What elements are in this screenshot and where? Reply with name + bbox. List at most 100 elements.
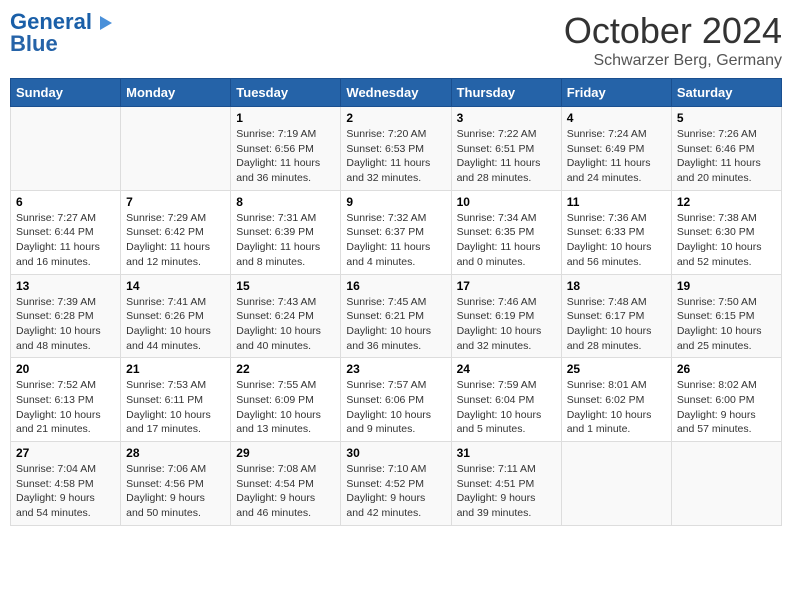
day-number: 11 bbox=[567, 195, 666, 209]
day-info: Sunrise: 7:41 AM Sunset: 6:26 PM Dayligh… bbox=[126, 295, 225, 354]
day-info: Sunrise: 7:20 AM Sunset: 6:53 PM Dayligh… bbox=[346, 127, 445, 186]
weekday-header-sunday: Sunday bbox=[11, 79, 121, 107]
day-info: Sunrise: 7:26 AM Sunset: 6:46 PM Dayligh… bbox=[677, 127, 776, 186]
day-number: 6 bbox=[16, 195, 115, 209]
calendar-cell: 31 Sunrise: 7:11 AM Sunset: 4:51 PM Dayli… bbox=[451, 442, 561, 526]
calendar-cell: 19 Sunrise: 7:50 AM Sunset: 6:15 PM Dayli… bbox=[671, 274, 781, 358]
calendar-cell: 9 Sunrise: 7:32 AM Sunset: 6:37 PM Daylig… bbox=[341, 190, 451, 274]
calendar-cell: 16 Sunrise: 7:45 AM Sunset: 6:21 PM Dayli… bbox=[341, 274, 451, 358]
calendar-cell: 27Sunrise: 7:04 AM Sunset: 4:58 PM Dayli… bbox=[11, 442, 121, 526]
day-number: 19 bbox=[677, 279, 776, 293]
calendar-cell: 14 Sunrise: 7:41 AM Sunset: 6:26 PM Dayli… bbox=[121, 274, 231, 358]
calendar-cell: 26Sunrise: 8:02 AM Sunset: 6:00 PM Dayli… bbox=[671, 358, 781, 442]
day-info: Sunrise: 7:11 AM Sunset: 4:51 PM Dayligh… bbox=[457, 462, 556, 521]
calendar-cell: 15Sunrise: 7:43 AM Sunset: 6:24 PM Dayli… bbox=[231, 274, 341, 358]
day-number: 12 bbox=[677, 195, 776, 209]
calendar-table: SundayMondayTuesdayWednesdayThursdayFrid… bbox=[10, 78, 782, 526]
day-number: 10 bbox=[457, 195, 556, 209]
day-number: 30 bbox=[346, 446, 445, 460]
day-number: 4 bbox=[567, 111, 666, 125]
calendar-cell bbox=[671, 442, 781, 526]
weekday-header-row: SundayMondayTuesdayWednesdayThursdayFrid… bbox=[11, 79, 782, 107]
calendar-cell: 24Sunrise: 7:59 AM Sunset: 6:04 PM Dayli… bbox=[451, 358, 561, 442]
calendar-cell: 4 Sunrise: 7:24 AM Sunset: 6:49 PM Daylig… bbox=[561, 107, 671, 191]
calendar-week-5: 27Sunrise: 7:04 AM Sunset: 4:58 PM Dayli… bbox=[11, 442, 782, 526]
day-info: Sunrise: 7:27 AM Sunset: 6:44 PM Dayligh… bbox=[16, 211, 115, 270]
day-number: 18 bbox=[567, 279, 666, 293]
day-number: 7 bbox=[126, 195, 225, 209]
calendar-week-1: 1 Sunrise: 7:19 AM Sunset: 6:56 PM Daylig… bbox=[11, 107, 782, 191]
day-number: 31 bbox=[457, 446, 556, 460]
logo: General Blue bbox=[10, 10, 112, 56]
day-info: Sunrise: 7:45 AM Sunset: 6:21 PM Dayligh… bbox=[346, 295, 445, 354]
weekday-header-wednesday: Wednesday bbox=[341, 79, 451, 107]
calendar-cell: 8Sunrise: 7:31 AM Sunset: 6:39 PM Daylig… bbox=[231, 190, 341, 274]
calendar-cell: 25Sunrise: 8:01 AM Sunset: 6:02 PM Dayli… bbox=[561, 358, 671, 442]
calendar-cell: 21 Sunrise: 7:53 AM Sunset: 6:11 PM Dayli… bbox=[121, 358, 231, 442]
day-info: Sunrise: 7:24 AM Sunset: 6:49 PM Dayligh… bbox=[567, 127, 666, 186]
day-info: Sunrise: 7:43 AM Sunset: 6:24 PM Dayligh… bbox=[236, 295, 335, 354]
day-number: 29 bbox=[236, 446, 335, 460]
day-info: Sunrise: 7:48 AM Sunset: 6:17 PM Dayligh… bbox=[567, 295, 666, 354]
calendar-cell: 7 Sunrise: 7:29 AM Sunset: 6:42 PM Daylig… bbox=[121, 190, 231, 274]
logo-blue: Blue bbox=[10, 32, 58, 56]
day-info: Sunrise: 7:10 AM Sunset: 4:52 PM Dayligh… bbox=[346, 462, 445, 521]
calendar-cell: 5 Sunrise: 7:26 AM Sunset: 6:46 PM Daylig… bbox=[671, 107, 781, 191]
day-number: 9 bbox=[346, 195, 445, 209]
calendar-cell: 18 Sunrise: 7:48 AM Sunset: 6:17 PM Dayli… bbox=[561, 274, 671, 358]
title-block: October 2024 Schwarzer Berg, Germany bbox=[564, 10, 782, 70]
day-number: 23 bbox=[346, 362, 445, 376]
calendar-cell: 23Sunrise: 7:57 AM Sunset: 6:06 PM Dayli… bbox=[341, 358, 451, 442]
day-info: Sunrise: 7:22 AM Sunset: 6:51 PM Dayligh… bbox=[457, 127, 556, 186]
day-info: Sunrise: 7:46 AM Sunset: 6:19 PM Dayligh… bbox=[457, 295, 556, 354]
day-info: Sunrise: 7:36 AM Sunset: 6:33 PM Dayligh… bbox=[567, 211, 666, 270]
day-number: 26 bbox=[677, 362, 776, 376]
calendar-cell: 13 Sunrise: 7:39 AM Sunset: 6:28 PM Dayli… bbox=[11, 274, 121, 358]
day-number: 22 bbox=[236, 362, 335, 376]
calendar-week-3: 13 Sunrise: 7:39 AM Sunset: 6:28 PM Dayli… bbox=[11, 274, 782, 358]
calendar-cell: 28 Sunrise: 7:06 AM Sunset: 4:56 PM Dayli… bbox=[121, 442, 231, 526]
calendar-cell: 17 Sunrise: 7:46 AM Sunset: 6:19 PM Dayli… bbox=[451, 274, 561, 358]
calendar-cell: 2Sunrise: 7:20 AM Sunset: 6:53 PM Daylig… bbox=[341, 107, 451, 191]
day-number: 3 bbox=[457, 111, 556, 125]
calendar-week-4: 20 Sunrise: 7:52 AM Sunset: 6:13 PM Dayli… bbox=[11, 358, 782, 442]
calendar-cell: 6 Sunrise: 7:27 AM Sunset: 6:44 PM Daylig… bbox=[11, 190, 121, 274]
calendar-cell: 10Sunrise: 7:34 AM Sunset: 6:35 PM Dayli… bbox=[451, 190, 561, 274]
day-info: Sunrise: 7:19 AM Sunset: 6:56 PM Dayligh… bbox=[236, 127, 335, 186]
weekday-header-saturday: Saturday bbox=[671, 79, 781, 107]
day-info: Sunrise: 7:29 AM Sunset: 6:42 PM Dayligh… bbox=[126, 211, 225, 270]
weekday-header-friday: Friday bbox=[561, 79, 671, 107]
day-number: 20 bbox=[16, 362, 115, 376]
month-title: October 2024 bbox=[564, 10, 782, 52]
weekday-header-thursday: Thursday bbox=[451, 79, 561, 107]
day-number: 17 bbox=[457, 279, 556, 293]
calendar-cell: 12 Sunrise: 7:38 AM Sunset: 6:30 PM Dayli… bbox=[671, 190, 781, 274]
calendar-cell: 30 Sunrise: 7:10 AM Sunset: 4:52 PM Dayli… bbox=[341, 442, 451, 526]
day-info: Sunrise: 7:53 AM Sunset: 6:11 PM Dayligh… bbox=[126, 378, 225, 437]
day-info: Sunrise: 7:59 AM Sunset: 6:04 PM Dayligh… bbox=[457, 378, 556, 437]
day-number: 16 bbox=[346, 279, 445, 293]
day-number: 13 bbox=[16, 279, 115, 293]
weekday-header-monday: Monday bbox=[121, 79, 231, 107]
day-info: Sunrise: 7:08 AM Sunset: 4:54 PM Dayligh… bbox=[236, 462, 335, 521]
day-info: Sunrise: 7:04 AM Sunset: 4:58 PM Dayligh… bbox=[16, 462, 115, 521]
calendar-cell bbox=[11, 107, 121, 191]
day-number: 5 bbox=[677, 111, 776, 125]
day-number: 14 bbox=[126, 279, 225, 293]
calendar-cell: 22Sunrise: 7:55 AM Sunset: 6:09 PM Dayli… bbox=[231, 358, 341, 442]
day-number: 1 bbox=[236, 111, 335, 125]
day-info: Sunrise: 7:38 AM Sunset: 6:30 PM Dayligh… bbox=[677, 211, 776, 270]
day-number: 21 bbox=[126, 362, 225, 376]
page-header: General Blue October 2024 Schwarzer Berg… bbox=[10, 10, 782, 70]
day-info: Sunrise: 7:39 AM Sunset: 6:28 PM Dayligh… bbox=[16, 295, 115, 354]
calendar-cell: 20 Sunrise: 7:52 AM Sunset: 6:13 PM Dayli… bbox=[11, 358, 121, 442]
day-info: Sunrise: 7:50 AM Sunset: 6:15 PM Dayligh… bbox=[677, 295, 776, 354]
day-number: 28 bbox=[126, 446, 225, 460]
calendar-cell: 3 Sunrise: 7:22 AM Sunset: 6:51 PM Daylig… bbox=[451, 107, 561, 191]
calendar-cell: 1 Sunrise: 7:19 AM Sunset: 6:56 PM Daylig… bbox=[231, 107, 341, 191]
day-info: Sunrise: 7:06 AM Sunset: 4:56 PM Dayligh… bbox=[126, 462, 225, 521]
day-number: 25 bbox=[567, 362, 666, 376]
day-info: Sunrise: 7:52 AM Sunset: 6:13 PM Dayligh… bbox=[16, 378, 115, 437]
day-info: Sunrise: 7:32 AM Sunset: 6:37 PM Dayligh… bbox=[346, 211, 445, 270]
calendar-cell bbox=[561, 442, 671, 526]
